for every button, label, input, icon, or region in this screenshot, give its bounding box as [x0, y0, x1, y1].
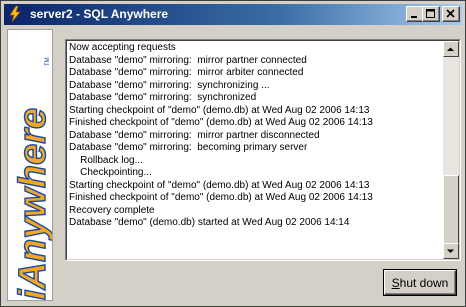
log-line: Database "demo" (demo.db) started at Wed… — [69, 217, 350, 228]
server-log-lines: Now accepting requests Database "demo" mi… — [69, 42, 441, 230]
maximize-button[interactable] — [422, 6, 440, 22]
log-line: Database "demo" mirroring: becoming prim… — [69, 142, 308, 153]
log-line: Checkpointing... — [69, 167, 152, 178]
triangle-up-icon — [447, 47, 454, 51]
app-window: server2 - SQL Anywhere iAnywhere TM Now … — [0, 0, 466, 307]
log-line: Database "demo" mirroring: mirror partne… — [69, 129, 320, 141]
lightning-icon — [9, 6, 21, 22]
log-line: Starting checkpoint of "demo" (demo.db) … — [69, 104, 370, 116]
scroll-thumb[interactable] — [443, 175, 459, 247]
shutdown-button[interactable]: Shut down — [383, 269, 457, 296]
ianywhere-logo: iAnywhere TM — [11, 57, 53, 300]
close-icon — [446, 9, 455, 18]
log-line: Now accepting requests — [69, 42, 176, 53]
close-button[interactable] — [442, 6, 460, 22]
log-line: Database "demo" mirroring: synchronizing… — [69, 79, 270, 91]
triangle-down-icon — [447, 249, 454, 253]
server-log-pane[interactable]: Now accepting requests Database "demo" mi… — [65, 39, 461, 261]
log-line: Recovery complete — [69, 204, 155, 216]
scroll-up-button[interactable] — [443, 41, 459, 57]
brand-sidebar: iAnywhere TM — [7, 29, 53, 301]
log-line: Database "demo" mirroring: mirror partne… — [69, 54, 307, 66]
maximize-icon — [426, 9, 435, 18]
log-line: Finished checkpoint of "demo" (demo.db) … — [69, 117, 373, 128]
log-line: Database "demo" mirroring: mirror arbite… — [69, 67, 304, 78]
title-bar[interactable]: server2 - SQL Anywhere — [4, 4, 462, 25]
log-line: Rollback log... — [69, 154, 143, 166]
log-line: Starting checkpoint of "demo" (demo.db) … — [69, 179, 370, 191]
log-line: Database "demo" mirroring: synchronized — [69, 92, 257, 103]
logo-text: iAnywhere — [12, 108, 53, 300]
shutdown-button-label: Shut down — [391, 275, 449, 290]
window-title: server2 - SQL Anywhere — [30, 7, 169, 21]
minimize-icon — [411, 16, 417, 18]
scroll-down-button[interactable] — [443, 243, 459, 259]
logo-tm: TM — [45, 57, 51, 66]
log-line: Finished checkpoint of "demo" (demo.db) … — [69, 192, 373, 203]
log-scrollbar[interactable] — [443, 41, 459, 259]
